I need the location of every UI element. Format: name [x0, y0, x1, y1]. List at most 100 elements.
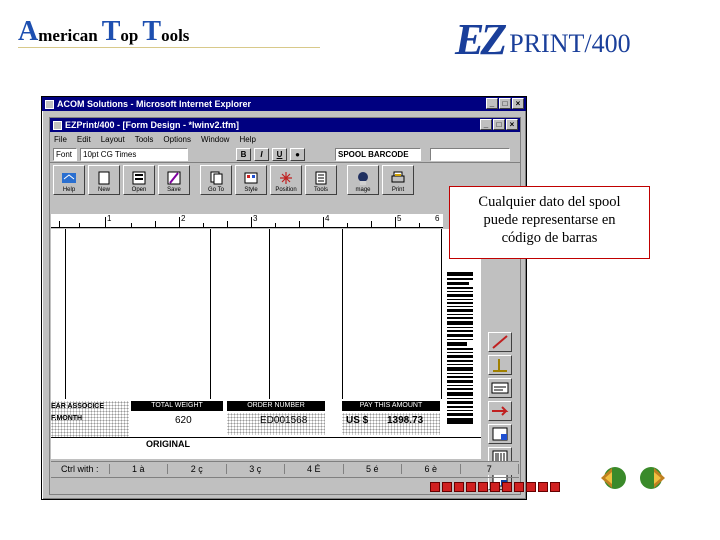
ruler-tick: [251, 217, 252, 227]
brand-word-op: op: [120, 26, 139, 45]
minimize-icon[interactable]: _: [480, 119, 492, 130]
barcode-callout: Cualquier dato del spool puede represent…: [449, 186, 650, 259]
position-button[interactable]: Position: [270, 165, 302, 195]
status-tray-icon[interactable]: [454, 482, 464, 492]
image-button[interactable]: mage: [347, 165, 379, 195]
palette-text-tool[interactable]: [488, 378, 512, 398]
status-tray-icon[interactable]: [550, 482, 560, 492]
ruler-tick: [227, 221, 228, 227]
fkey-3[interactable]: 3 ç: [227, 463, 285, 474]
tools-button[interactable]: Tools: [305, 165, 337, 195]
toolbar-label: Tools: [313, 187, 328, 193]
ruler-tick: [105, 217, 106, 227]
status-icon-tray: [430, 482, 560, 492]
palette-field-tool[interactable]: [488, 424, 512, 444]
format-toolbar: Font 10pt CG Times B I U ● SPOOL BARCODE: [50, 146, 520, 162]
save-button[interactable]: Save: [158, 165, 190, 195]
menu-edit[interactable]: Edit: [77, 135, 91, 144]
callout-line: Cualquier dato del spool: [478, 194, 621, 210]
form-design-canvas[interactable]: EAR ASSOCICE F.MONTH TOTAL WEIGHT ORDER …: [51, 229, 481, 459]
ie-icon: [45, 99, 54, 109]
form-column-line: [210, 229, 211, 399]
help-icon: [62, 173, 76, 183]
maximize-icon[interactable]: □: [493, 119, 505, 130]
save-icon: [167, 171, 181, 185]
status-tray-icon[interactable]: [502, 482, 512, 492]
font-select[interactable]: 10pt CG Times: [80, 147, 188, 161]
form-column-line: [269, 229, 270, 399]
print-button[interactable]: Print: [382, 165, 414, 195]
palette-axis-tool[interactable]: [488, 355, 512, 375]
status-tray-icon[interactable]: [430, 482, 440, 492]
status-tray-icon[interactable]: [478, 482, 488, 492]
close-icon[interactable]: ×: [512, 98, 524, 109]
value-order-number: ED001568: [260, 415, 308, 426]
underline-button[interactable]: U: [272, 147, 287, 161]
status-tray-icon[interactable]: [538, 482, 548, 492]
fkey-1[interactable]: 1 à: [110, 463, 168, 474]
object-value-field[interactable]: [430, 147, 510, 161]
new-button[interactable]: New: [88, 165, 120, 195]
status-tray-icon[interactable]: [466, 482, 476, 492]
line-tool-icon: [492, 335, 508, 349]
ruler-tick: [155, 221, 156, 227]
ruler-number: 4: [325, 214, 330, 223]
fkey-5[interactable]: 5 é: [344, 463, 402, 474]
close-icon[interactable]: ×: [506, 119, 518, 130]
ie-title: ACOM Solutions - Microsoft Internet Expl…: [57, 99, 252, 109]
arrow-tool-icon: [492, 406, 509, 416]
status-tray-icon[interactable]: [442, 482, 452, 492]
open-button[interactable]: Open: [123, 165, 155, 195]
help-button[interactable]: Help: [53, 165, 85, 195]
callout-line: puede representarse en: [483, 212, 616, 228]
ruler-tick: [323, 217, 324, 227]
minimize-icon[interactable]: _: [486, 98, 498, 109]
font-label: Font: [53, 147, 77, 161]
brand-word-ools: ools: [161, 26, 190, 45]
goto-icon: [210, 171, 223, 185]
app-icon: [53, 120, 62, 130]
image-icon: [358, 172, 368, 185]
palette-arrow-tool[interactable]: [488, 401, 512, 421]
ruler-tick: [371, 221, 372, 227]
app-titlebar[interactable]: EZPrint/400 - [Form Design - *lwinv2.tfm…: [50, 118, 520, 132]
status-tray-icon[interactable]: [526, 482, 536, 492]
previous-slide-icon[interactable]: [598, 463, 628, 493]
color-button[interactable]: ●: [290, 147, 305, 161]
menu-file[interactable]: File: [54, 135, 67, 144]
vertical-barcode: [447, 272, 473, 424]
goto-button[interactable]: Go To: [200, 165, 232, 195]
status-tray-icon[interactable]: [490, 482, 500, 492]
italic-button[interactable]: I: [254, 147, 269, 161]
style-icon: [244, 172, 258, 184]
fkey-4[interactable]: 4 É: [285, 463, 344, 474]
form-bottom-line: [51, 437, 481, 438]
text-tool-icon: [491, 382, 509, 394]
ie-titlebar[interactable]: ACOM Solutions - Microsoft Internet Expl…: [42, 97, 526, 111]
american-top-tools-logo: A merican T op T ools: [18, 18, 193, 46]
menu-help[interactable]: Help: [239, 135, 255, 144]
status-tray-icon[interactable]: [514, 482, 524, 492]
bold-button[interactable]: B: [236, 147, 251, 161]
toolbar-label: Save: [167, 187, 181, 193]
fkey-7[interactable]: 7: [461, 463, 519, 474]
fkey-2[interactable]: 2 ç: [168, 463, 227, 474]
toolbar-label: Go To: [208, 187, 224, 193]
object-type-field[interactable]: SPOOL BARCODE: [335, 147, 421, 161]
menu-window[interactable]: Window: [201, 135, 229, 144]
menu-tools[interactable]: Tools: [135, 135, 154, 144]
style-button[interactable]: Style: [235, 165, 267, 195]
fkey-6[interactable]: 6 è: [402, 463, 461, 474]
toolbar-label: New: [97, 187, 110, 193]
ez-mark: EZ: [455, 15, 507, 64]
ruler-tick: [59, 221, 60, 227]
function-key-bar: Ctrl with : 1 à 2 ç 3 ç 4 É 5 é 6 è 7: [51, 461, 519, 475]
next-slide-icon[interactable]: [638, 463, 668, 493]
maximize-icon[interactable]: □: [499, 98, 511, 109]
menu-layout[interactable]: Layout: [101, 135, 125, 144]
palette-line-tool[interactable]: [488, 332, 512, 352]
ruler-tick: [203, 223, 204, 227]
menu-options[interactable]: Options: [163, 135, 191, 144]
toolbar-label: Help: [62, 187, 76, 193]
ruler-number: 3: [253, 214, 258, 223]
